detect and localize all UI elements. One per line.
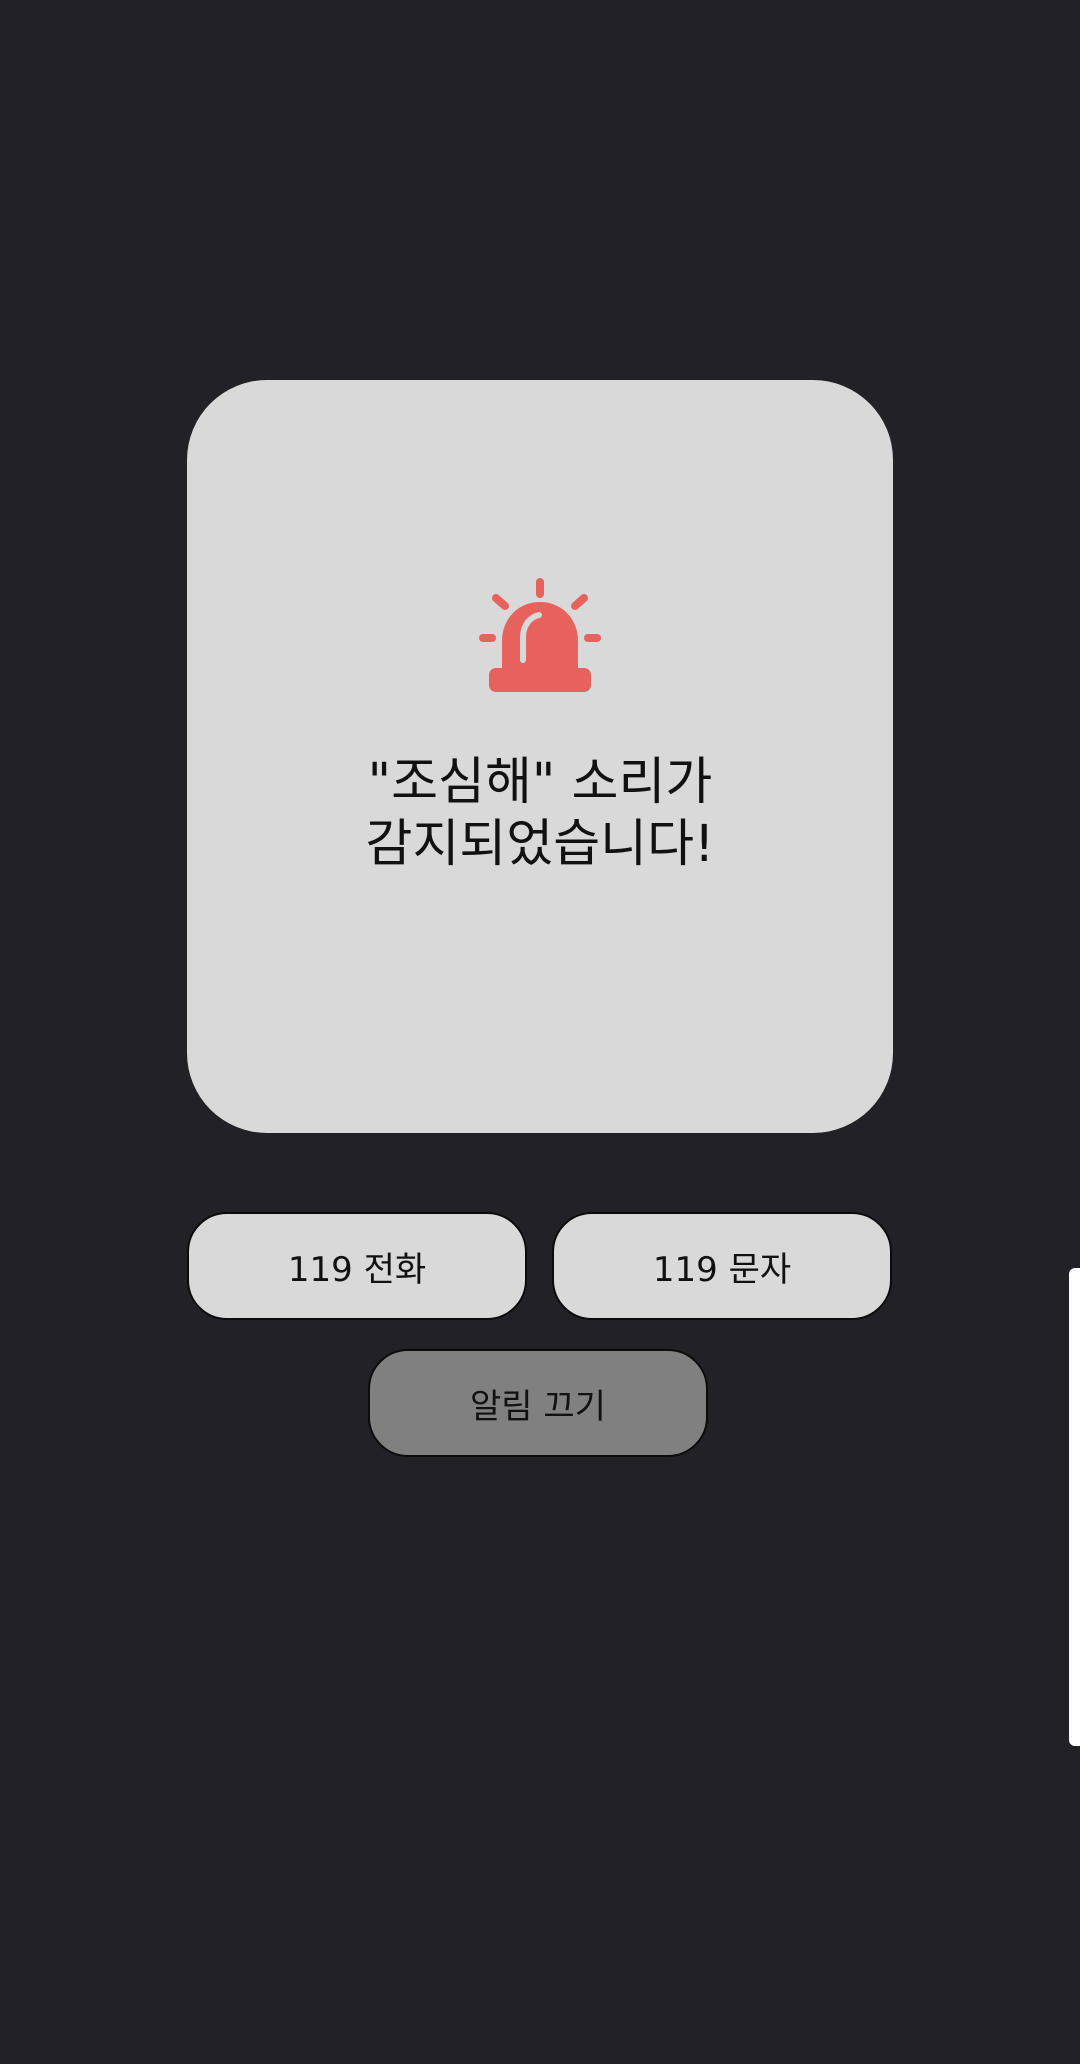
alert-message-line1: "조심해" 소리가: [367, 753, 713, 812]
sms-119-button[interactable]: 119 문자: [552, 1212, 892, 1320]
siren-icon: [479, 578, 601, 692]
sms-119-label: 119 문자: [652, 1249, 792, 1290]
dismiss-alert-button[interactable]: 알림 끄기: [368, 1349, 708, 1457]
dismiss-alert-label: 알림 끄기: [470, 1386, 606, 1427]
call-119-button[interactable]: 119 전화: [187, 1212, 527, 1320]
alert-message: "조심해" 소리가 감지되었습니다!: [187, 752, 893, 876]
scrollbar[interactable]: [1069, 1268, 1080, 1746]
alert-message-line2: 감지되었습니다!: [365, 815, 715, 874]
call-119-label: 119 전화: [287, 1249, 427, 1290]
